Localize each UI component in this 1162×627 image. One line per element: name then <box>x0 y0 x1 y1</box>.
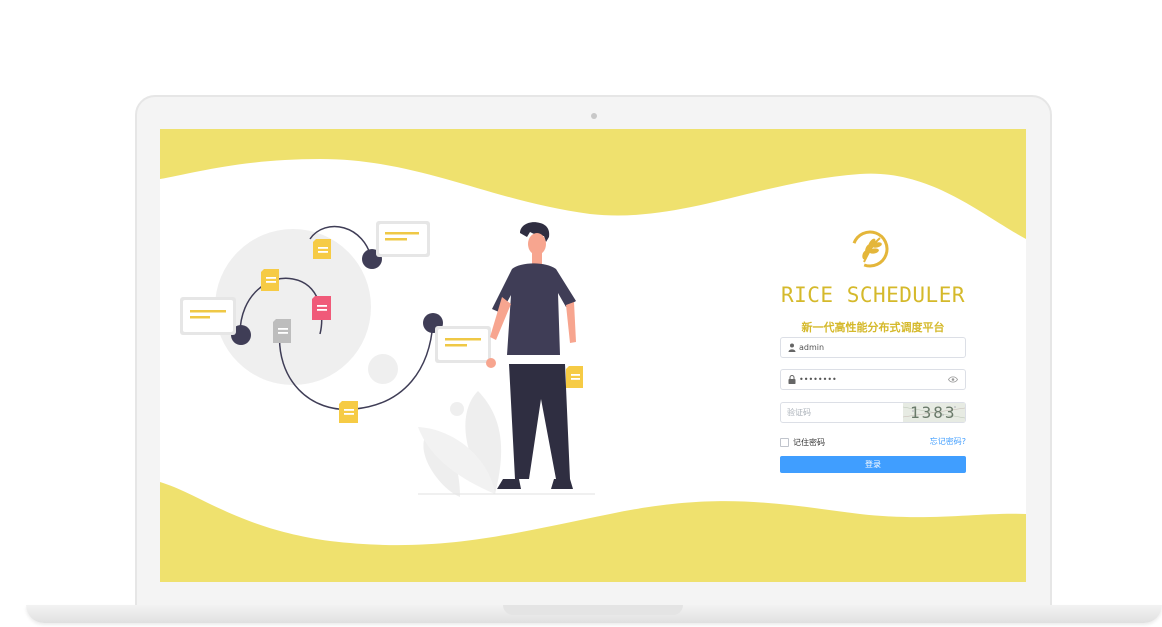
background-circle <box>215 229 371 385</box>
login-panel: RICE SCHEDULER 新一代高性能分布式调度平台 admin •••••… <box>780 229 966 479</box>
password-field[interactable] <box>780 369 966 390</box>
user-icon <box>788 343 796 352</box>
small-circle <box>368 354 398 384</box>
captcha-code: 1383 <box>910 403 957 422</box>
document-icon <box>261 269 279 291</box>
document-icon <box>273 319 291 343</box>
laptop-notch <box>503 605 683 615</box>
message-card <box>435 326 491 363</box>
forgot-password-link[interactable]: 忘记密码? <box>930 436 966 447</box>
password-input[interactable] <box>799 372 949 387</box>
lock-icon <box>788 375 796 384</box>
message-card <box>180 297 236 335</box>
login-button[interactable]: 登录 <box>780 456 966 473</box>
document-icon <box>312 296 331 320</box>
page-subtitle: 新一代高性能分布式调度平台 <box>801 321 945 334</box>
eye-icon[interactable] <box>948 376 958 383</box>
remember-password[interactable]: 记住密码 <box>780 436 825 448</box>
document-icon <box>339 401 358 423</box>
remember-label: 记住密码 <box>793 437 825 447</box>
document-icon <box>313 239 331 259</box>
message-card <box>376 221 430 257</box>
rice-ear-icon <box>851 230 889 268</box>
username-field[interactable] <box>780 337 966 358</box>
username-input[interactable] <box>799 340 949 355</box>
webcam-icon <box>591 113 597 119</box>
remember-checkbox[interactable] <box>780 437 789 447</box>
captcha-field[interactable]: 1383 <box>780 402 966 423</box>
page-title: RICE SCHEDULER <box>780 283 965 307</box>
captcha-image[interactable]: 1383 <box>903 403 965 422</box>
login-screen: RICE SCHEDULER 新一代高性能分布式调度平台 admin •••••… <box>160 129 1026 582</box>
